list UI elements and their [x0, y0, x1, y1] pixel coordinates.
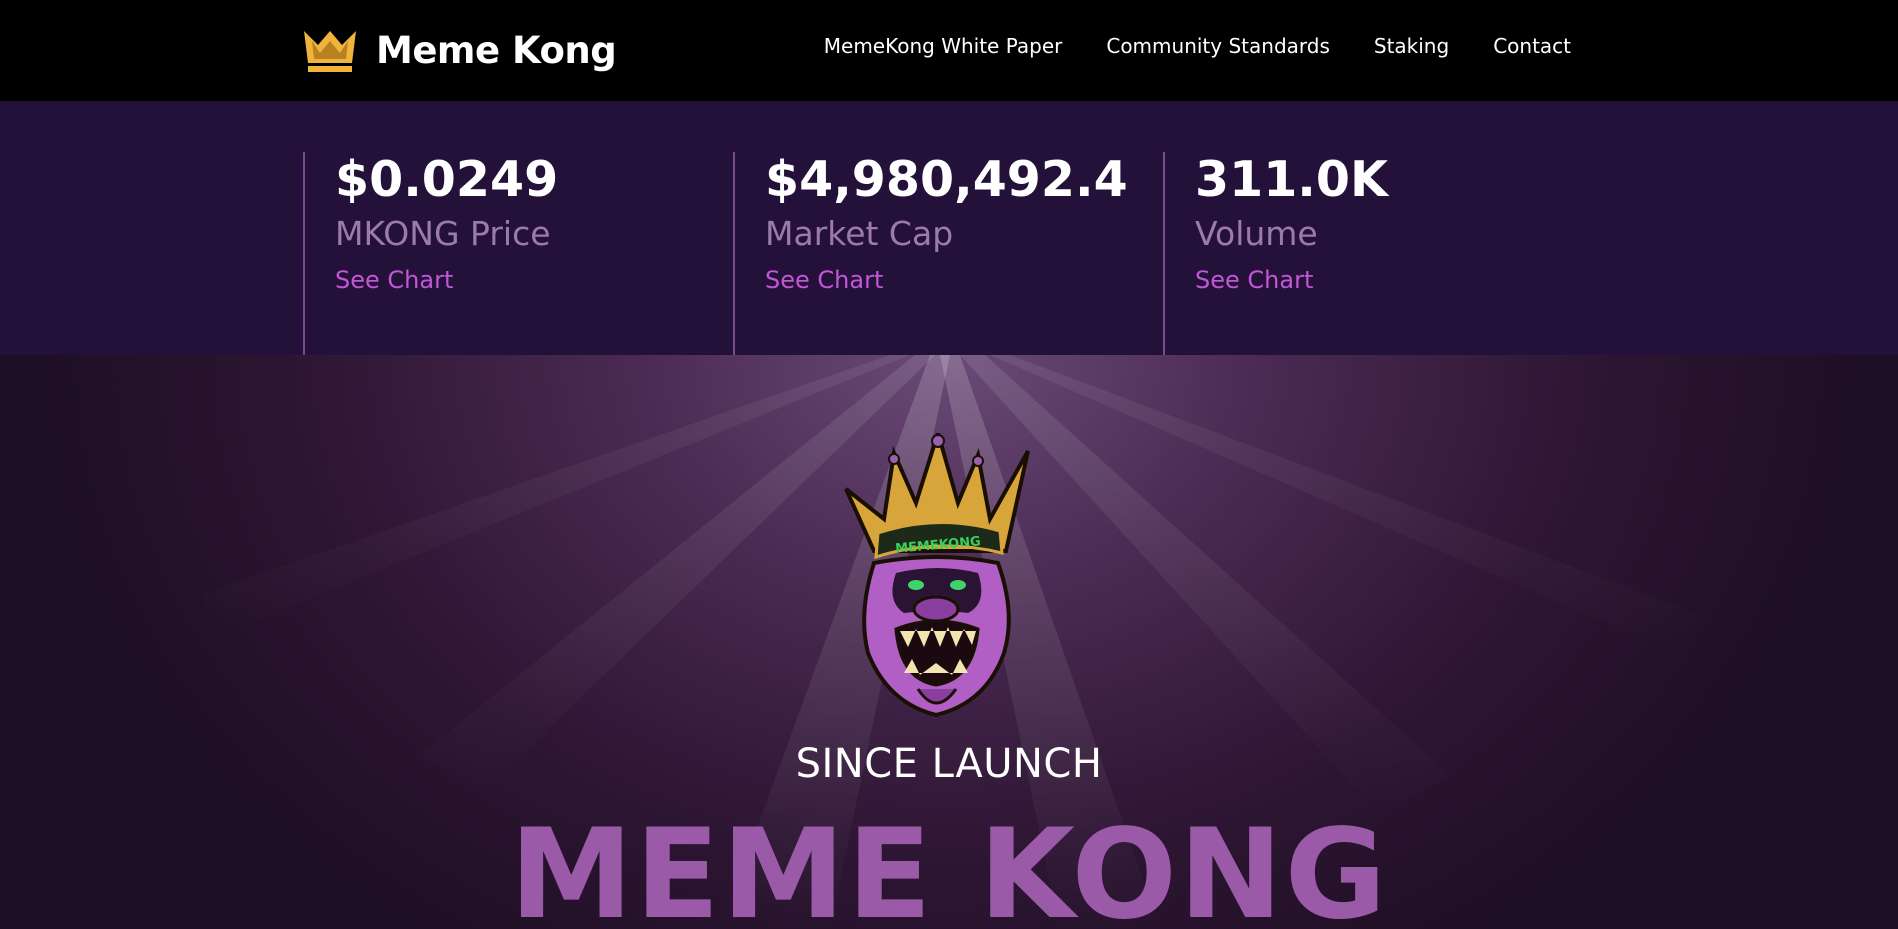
stats-band: $0.0249 MKONG Price See Chart $4,980,492…: [0, 101, 1898, 355]
nav-staking[interactable]: Staking: [1374, 34, 1449, 58]
stat-volume-label: Volume: [1195, 214, 1318, 253]
nav-contact[interactable]: Contact: [1493, 34, 1571, 58]
stat-market-cap-label: Market Cap: [765, 214, 954, 253]
meme-kong-gorilla-logo: MEMEKONG: [844, 433, 1030, 717]
brand-name: Meme Kong: [376, 28, 617, 72]
main-nav: MemeKong White Paper Community Standards…: [780, 34, 1571, 58]
stat-price: $0.0249 MKONG Price See Chart: [303, 152, 733, 355]
top-navigation-bar: Meme Kong MemeKong White Paper Community…: [0, 0, 1898, 101]
stat-volume-value: 311.0K: [1195, 151, 1388, 208]
price-see-chart-link[interactable]: See Chart: [335, 266, 453, 294]
stat-volume: 311.0K Volume See Chart: [1163, 152, 1593, 355]
volume-see-chart-link[interactable]: See Chart: [1195, 266, 1313, 294]
stat-price-value: $0.0249: [335, 151, 559, 208]
since-launch-text: SINCE LAUNCH: [795, 741, 1103, 787]
hero-section: MEMEKONG SINCE LAUNCH MEME KONG: [0, 355, 1898, 929]
hero-title: MEME KONG: [509, 803, 1389, 929]
brand-home-link[interactable]: Meme Kong: [302, 24, 617, 76]
stat-price-label: MKONG Price: [335, 214, 551, 253]
nav-community-standards[interactable]: Community Standards: [1106, 34, 1330, 58]
market-cap-see-chart-link[interactable]: See Chart: [765, 266, 883, 294]
nav-white-paper[interactable]: MemeKong White Paper: [824, 34, 1063, 58]
stat-market-cap-value: $4,980,492.4: [765, 151, 1128, 208]
crown-logo-icon: [304, 31, 356, 72]
stat-market-cap: $4,980,492.4 Market Cap See Chart: [733, 152, 1163, 355]
